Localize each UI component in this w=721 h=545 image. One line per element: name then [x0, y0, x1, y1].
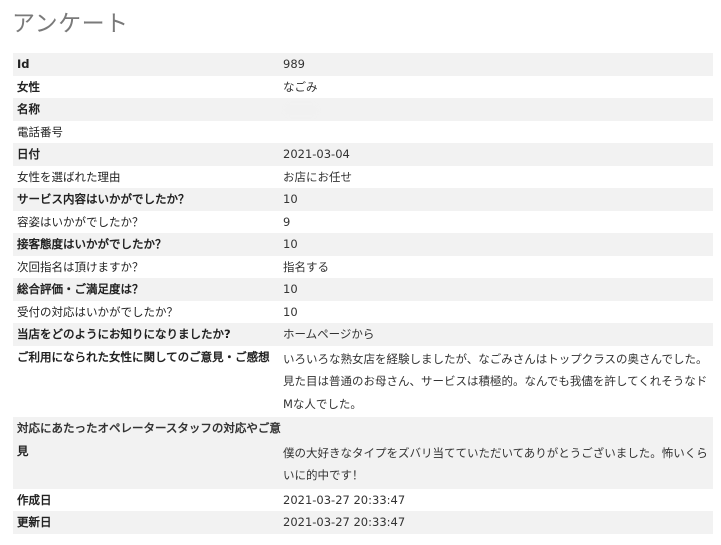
row-value: なごみ [277, 75, 713, 98]
row-operator-feedback: 見 僕の大好きなタイプをズバリ当てていただいてありがとうございました。怖いくらい… [13, 439, 713, 489]
row-label: 接客態度はいかがでしたか？ [13, 233, 277, 256]
row-how-found: 当店をどのようにお知りになりましたか? ホームページから [13, 323, 713, 346]
row-label: 女性 [13, 75, 277, 98]
page-title: アンケート [12, 11, 129, 37]
row-label: ご利用になられた女性に関してのご意見・ご感想 [13, 345, 277, 417]
row-value [277, 98, 713, 121]
row-label: サービス内容はいかがでしたか？ [13, 188, 277, 211]
row-label: 日付 [13, 143, 277, 166]
row-label: Id [13, 53, 277, 76]
row-label: 名称 [13, 98, 277, 121]
row-name: 名称 [13, 98, 713, 121]
row-appearance: 容姿はいかがでしたか？ 9 [13, 210, 713, 233]
row-label-continued: 見 [13, 439, 277, 489]
row-label: 電話番号 [13, 120, 277, 143]
row-label: 対応にあたったオペレータースタッフの対応やご意 [13, 417, 713, 440]
row-reception: 受付の対応はいかがでしたか？ 10 [13, 300, 713, 323]
row-created: 作成日 2021-03-27 20:33:47 [13, 488, 713, 511]
row-impressions: ご利用になられた女性に関してのご意見・ご感想 いろいろな熟女店を経験しましたが、… [13, 345, 713, 417]
row-value: 僕の大好きなタイプをズバリ当てていただいてありがとうございました。怖いくらいに的… [277, 439, 713, 489]
row-label: 作成日 [13, 488, 277, 511]
row-value: 2021-03-04 [277, 143, 713, 166]
row-value: 2021-03-27 20:33:47 [277, 488, 713, 511]
row-id: Id 989 [13, 53, 713, 76]
row-label: 受付の対応はいかがでしたか？ [13, 300, 277, 323]
row-overall: 総合評価・ご満足度は？ 10 [13, 278, 713, 301]
row-value: 10 [277, 233, 713, 256]
row-operator-feedback-label: 対応にあたったオペレータースタッフの対応やご意 [13, 417, 713, 440]
redacted-name [283, 102, 319, 117]
row-date: 日付 2021-03-04 [13, 143, 713, 166]
row-updated: 更新日 2021-03-27 20:33:47 [13, 511, 713, 534]
row-value: いろいろな熟女店を経験しましたが、なごみさんはトップクラスの奥さんでした。見た目… [277, 345, 713, 417]
row-value [277, 120, 713, 143]
row-value: 10 [277, 278, 713, 301]
row-label: 総合評価・ご満足度は？ [13, 278, 277, 301]
row-service: サービス内容はいかがでしたか？ 10 [13, 188, 713, 211]
row-label: 次回指名は頂けますか？ [13, 255, 277, 278]
row-value: 989 [277, 53, 713, 76]
row-value: 2021-03-27 20:33:47 [277, 511, 713, 534]
row-label: 容姿はいかがでしたか？ [13, 210, 277, 233]
row-label: 更新日 [13, 511, 277, 534]
row-value: ホームページから [277, 323, 713, 346]
row-attitude: 接客態度はいかがでしたか？ 10 [13, 233, 713, 256]
survey-detail-table: Id 989 女性 なごみ 名称 電話番号 日付 2021-03-04 女性を選… [13, 53, 713, 534]
row-value: 10 [277, 188, 713, 211]
row-label: 女性を選ばれた理由 [13, 165, 277, 188]
row-value: 9 [277, 210, 713, 233]
row-value: 10 [277, 300, 713, 323]
row-next-nomination: 次回指名は頂けますか？ 指名する [13, 255, 713, 278]
row-reason: 女性を選ばれた理由 お店にお任せ [13, 165, 713, 188]
row-value: 指名する [277, 255, 713, 278]
row-label: 当店をどのようにお知りになりましたか? [13, 323, 277, 346]
row-phone: 電話番号 [13, 120, 713, 143]
row-value: お店にお任せ [277, 165, 713, 188]
row-woman: 女性 なごみ [13, 75, 713, 98]
